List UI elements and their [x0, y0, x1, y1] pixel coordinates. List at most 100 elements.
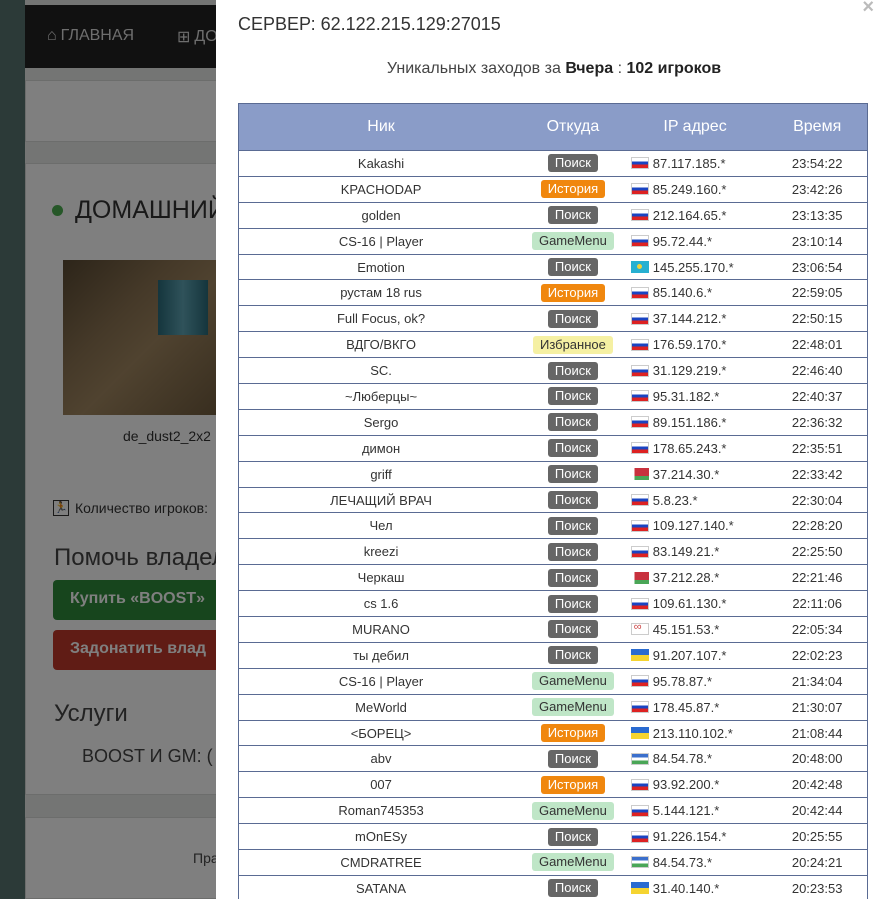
country-flag-icon	[630, 752, 649, 765]
ip-cell: 93.92.200.*	[623, 777, 768, 792]
player-nick: Emotion	[357, 259, 405, 275]
country-flag-icon	[630, 261, 649, 273]
table-row: KPACHODAP История 85.249.160.* 23:42:26	[239, 177, 867, 203]
source-cell: Поиск	[523, 620, 623, 639]
player-nick: SC.	[370, 363, 392, 379]
ip-address: 109.127.140.*	[652, 518, 734, 534]
visit-time: 20:24:21	[791, 854, 843, 870]
country-flag-icon	[630, 235, 649, 248]
table-row: SC. Поиск 31.129.219.* 22:46:40	[239, 358, 867, 385]
country-flag-icon	[630, 727, 649, 740]
ip-cell: 91.207.107.*	[623, 648, 768, 663]
ip-address: 95.72.44.*	[652, 233, 713, 249]
ip-address: 31.40.140.*	[652, 880, 720, 896]
source-cell: Поиск	[523, 594, 623, 613]
player-nick: ЛЕЧАЩИЙ ВРАЧ	[330, 492, 432, 508]
visits-modal: × СЕРВЕР: 62.122.215.129:27015 Уникальны…	[216, 0, 892, 899]
ip-address: 178.65.243.*	[652, 440, 727, 456]
visit-time: 20:23:53	[791, 880, 843, 896]
source-badge: Поиск	[547, 465, 598, 484]
table-row: Emotion Поиск 145.255.170.* 23:06:54	[239, 255, 867, 281]
player-nick: MeWorld	[355, 699, 407, 715]
source-cell: GameMenu	[523, 698, 623, 717]
source-cell: GameMenu	[523, 853, 623, 872]
table-row: Черкаш Поиск 37.212.28.* 22:21:46	[239, 565, 867, 592]
source-badge: Поиск	[547, 206, 598, 225]
source-badge: Поиск	[547, 594, 598, 613]
ip-address: 37.214.30.*	[652, 466, 720, 482]
visit-time: 21:30:07	[791, 699, 843, 715]
table-row: CS-16 | Player GameMenu 95.72.44.* 23:10:14	[239, 229, 867, 255]
col-time-header: Время	[793, 118, 842, 135]
ip-cell: 84.54.78.*	[623, 751, 768, 766]
ip-cell: 95.72.44.*	[623, 234, 768, 249]
ip-cell: 84.54.73.*	[623, 855, 768, 870]
source-cell: Поиск	[523, 465, 623, 484]
ip-address: 89.151.186.*	[652, 414, 727, 430]
source-cell: История	[523, 180, 623, 199]
player-nick: CS-16 | Player	[338, 673, 424, 689]
close-icon[interactable]: ×	[862, 0, 874, 19]
table-row: димон Поиск 178.65.243.* 22:35:51	[239, 436, 867, 462]
visit-time: 20:42:44	[791, 803, 843, 819]
table-row: abv Поиск 84.54.78.* 20:48:00	[239, 746, 867, 773]
country-flag-icon	[630, 286, 649, 299]
ip-cell: 178.65.243.*	[623, 441, 768, 456]
player-nick: golden	[361, 207, 401, 223]
ip-address: 178.45.87.*	[652, 699, 720, 715]
visits-count: 102 игроков	[626, 60, 722, 77]
source-badge: Поиск	[547, 568, 598, 587]
table-row: Kakashi Поиск 87.117.185.* 23:54:22	[239, 151, 867, 177]
ip-address: 95.78.87.*	[652, 673, 713, 689]
ip-address: 145.255.170.*	[652, 259, 734, 275]
player-nick: 007	[370, 777, 392, 793]
ip-address: 85.249.160.*	[652, 181, 727, 197]
player-nick: SATANA	[355, 880, 407, 896]
source-badge: История	[540, 775, 606, 794]
player-nick: MURANO	[352, 621, 410, 637]
ip-address: 37.144.212.*	[652, 311, 727, 327]
player-nick: ты дебил	[353, 647, 409, 663]
player-nick: CMDRATREE	[340, 854, 422, 870]
source-badge: Поиск	[547, 827, 598, 846]
ip-cell: 95.78.87.*	[623, 674, 768, 689]
visit-time: 21:08:44	[791, 725, 843, 741]
ip-cell: 37.212.28.*	[623, 570, 768, 585]
ip-cell: 109.127.140.*	[623, 518, 768, 533]
visit-time: 21:34:04	[791, 673, 843, 689]
unique-visits-summary: Уникальных заходов за Вчера : 102 игроко…	[386, 60, 722, 77]
ip-cell: 213.110.102.*	[623, 726, 768, 741]
player-nick: ВДГО/ВКГО	[346, 337, 416, 353]
country-flag-icon	[630, 416, 649, 429]
table-row: Чел Поиск 109.127.140.* 22:28:20	[239, 513, 867, 540]
source-badge: GameMenu	[531, 698, 614, 717]
visit-time: 22:36:32	[791, 414, 843, 430]
col-nick-header: Ник	[367, 118, 395, 135]
table-body: Kakashi Поиск 87.117.185.* 23:54:22 KPACHODA…	[239, 151, 867, 899]
country-flag-icon	[630, 597, 649, 610]
visit-time: 22:11:06	[792, 596, 842, 612]
source-cell: Поиск	[523, 387, 623, 406]
player-nick: рустам 18 rus	[340, 285, 422, 301]
period-label: Вчера	[565, 60, 614, 77]
source-cell: Поиск	[523, 413, 623, 432]
server-address: СЕРВЕР: 62.122.215.129:27015	[238, 14, 501, 34]
table-row: kreezi Поиск 83.149.21.* 22:25:50	[239, 539, 867, 566]
visit-time: 22:30:04	[791, 492, 843, 508]
visit-time: 22:48:01	[791, 337, 843, 353]
ip-cell: 176.59.170.*	[623, 337, 768, 352]
ip-address: 176.59.170.*	[652, 337, 727, 353]
player-nick: Roman745353	[338, 803, 424, 819]
ip-address: 87.117.185.*	[652, 155, 726, 171]
source-badge: GameMenu	[531, 232, 614, 251]
source-badge: Поиск	[547, 361, 598, 380]
source-cell: Поиск	[523, 749, 623, 768]
visits-table: Ник Откуда IP адрес Время Kakashi Поиск 87…	[238, 103, 868, 899]
source-badge: Поиск	[547, 413, 598, 432]
ip-cell: 5.8.23.*	[623, 493, 768, 508]
source-badge: История	[540, 724, 606, 743]
player-nick: Черкаш	[357, 570, 405, 586]
visit-time: 22:50:15	[791, 311, 843, 327]
ip-cell: 95.31.182.*	[623, 389, 768, 404]
visit-time: 22:25:50	[791, 544, 843, 560]
